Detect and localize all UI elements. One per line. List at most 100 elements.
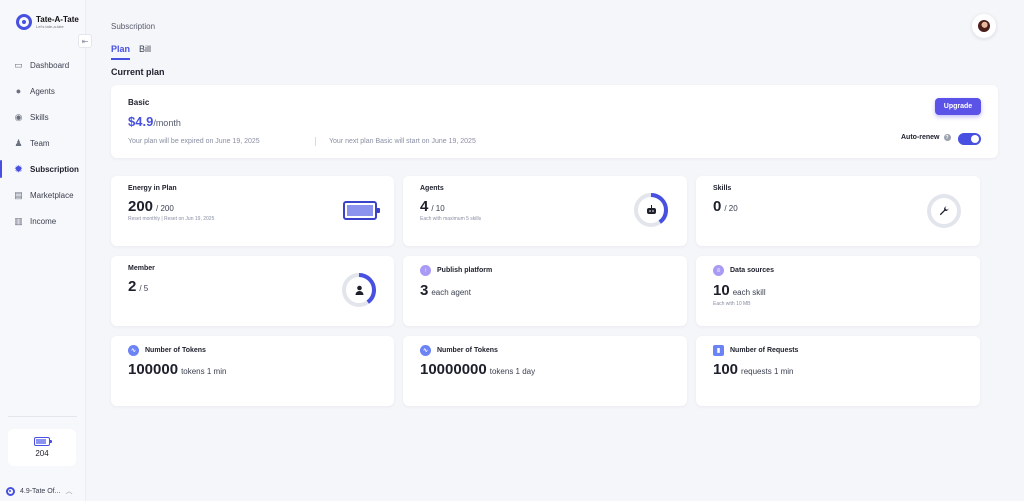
app-logo[interactable]: Tate-A-Tate Let's tate-a-tate xyxy=(16,14,79,30)
energy-value: 204 xyxy=(35,449,49,458)
sidebar-nav: ▭ Dashboard ● Agents ◉ Skills ♟ Team ✹ S… xyxy=(0,52,86,234)
card-title: Skills xyxy=(713,185,732,192)
divider xyxy=(315,137,316,146)
publish-platform-card: ↑ Publish platform 3 each agent xyxy=(403,256,687,326)
avatar-image xyxy=(978,20,990,32)
agents-icon: ● xyxy=(15,86,22,96)
member-total: / 5 xyxy=(139,284,149,293)
sidebar-item-label: Agents xyxy=(30,86,55,96)
tab-bar: Plan Bill xyxy=(111,44,151,60)
wave-icon: ∿ xyxy=(128,345,139,356)
logo-mark-icon xyxy=(16,14,32,30)
gear-icon: ✹ xyxy=(14,163,23,174)
user-icon xyxy=(353,284,365,296)
data-sources-card: ≡ Data sources 10 each skill Each with 1… xyxy=(696,256,980,326)
card-title: Number of Tokens xyxy=(437,347,498,354)
tab-plan[interactable]: Plan xyxy=(111,44,131,60)
income-icon: ▥ xyxy=(14,215,23,226)
sidebar-item-label: Income xyxy=(30,216,57,226)
collapse-icon: ⇤ xyxy=(81,36,89,46)
upload-icon: ↑ xyxy=(420,265,431,276)
skills-progress-ring xyxy=(926,193,962,229)
skills-total: / 20 xyxy=(724,204,738,213)
plan-next-text: Your next plan Basic will start on June … xyxy=(329,138,476,145)
plan-switcher[interactable]: 4.9-Tate Of... ︿ xyxy=(6,486,72,496)
tab-bill[interactable]: Bill xyxy=(139,44,151,60)
upgrade-button[interactable]: Upgrade xyxy=(935,98,981,115)
user-icon-svg xyxy=(355,285,363,295)
sidebar-item-label: Subscription xyxy=(30,164,79,174)
energy-card: Energy in Plan 200 / 200 Reset monthly |… xyxy=(111,176,394,246)
tokens-unit: tokens 1 day xyxy=(489,367,536,376)
card-title: Member xyxy=(128,265,155,272)
sidebar-item-income[interactable]: ▥ Income xyxy=(0,208,86,234)
requests-card: ▮ Number of Requests 100 requests 1 min xyxy=(696,336,980,406)
logo-subtitle: Let's tate-a-tate xyxy=(36,24,64,29)
plan-expire-text: Your plan will be expired on June 19, 20… xyxy=(128,138,260,145)
robot-icon xyxy=(645,204,657,216)
wrench-icon xyxy=(938,205,950,217)
sidebar-item-agents[interactable]: ● Agents xyxy=(0,78,86,104)
datasources-unit: each skill xyxy=(732,288,766,297)
sidebar-divider xyxy=(8,416,77,417)
requests-unit: requests 1 min xyxy=(741,367,794,376)
skills-value: 0 xyxy=(713,198,722,215)
collapse-sidebar-button[interactable]: ⇤ xyxy=(78,34,92,48)
card-title: Data sources xyxy=(730,267,774,274)
team-icon: ♟ xyxy=(14,137,23,148)
plan-price: $4.9/month xyxy=(128,114,181,129)
autorenew-label-group: Auto-renew ? xyxy=(901,134,951,141)
tokens-value: 100000 xyxy=(128,361,179,378)
robot-icon-svg xyxy=(646,205,656,214)
card-title: Energy in Plan xyxy=(128,185,177,192)
agents-total: / 10 xyxy=(431,204,445,213)
sidebar-item-dashboard[interactable]: ▭ Dashboard xyxy=(0,52,86,78)
card-title: Number of Requests xyxy=(730,347,799,354)
energy-widget[interactable]: 204 xyxy=(8,429,76,466)
sidebar-item-skills[interactable]: ◉ Skills xyxy=(0,104,86,130)
avatar[interactable] xyxy=(972,14,996,38)
chevron-up-icon: ︿ xyxy=(65,488,73,495)
sidebar: Tate-A-Tate Let's tate-a-tate ▭ Dashboar… xyxy=(0,0,86,501)
wave-icon: ∿ xyxy=(420,345,431,356)
plan-price-period: /month xyxy=(153,118,181,128)
member-card: Member 2 / 5 xyxy=(111,256,394,326)
card-title: Publish platform xyxy=(437,267,493,274)
battery-fill xyxy=(347,205,373,216)
dashboard-icon: ▭ xyxy=(14,59,23,70)
datasources-note: Each with 10 MB xyxy=(713,301,751,307)
member-value: 2 xyxy=(128,278,137,295)
plan-switcher-label: 4.9-Tate Of... xyxy=(20,487,61,495)
autorenew-toggle[interactable] xyxy=(958,133,981,145)
battery-icon xyxy=(34,437,52,446)
wrench-icon-svg xyxy=(939,206,949,216)
datasources-value: 10 xyxy=(713,282,730,299)
publish-unit: each agent xyxy=(431,288,471,297)
agents-card: Agents 4 / 10 Each with maximum 5 skills xyxy=(403,176,687,246)
bar-chart-icon: ▮ xyxy=(713,345,724,356)
current-plan-card: Basic $4.9/month Your plan will be expir… xyxy=(111,85,998,158)
breadcrumb: Subscription xyxy=(111,22,156,31)
battery-fill xyxy=(36,439,46,444)
sidebar-item-marketplace[interactable]: ▤ Marketplace xyxy=(0,182,86,208)
sidebar-item-subscription[interactable]: ✹ Subscription xyxy=(0,156,86,182)
sidebar-item-team[interactable]: ♟ Team xyxy=(0,130,86,156)
skills-card: Skills 0 / 20 xyxy=(696,176,980,246)
marketplace-icon: ▤ xyxy=(14,189,23,200)
agents-note: Each with maximum 5 skills xyxy=(420,216,482,222)
card-title: Number of Tokens xyxy=(145,347,206,354)
plan-logo-icon xyxy=(6,486,15,496)
plan-price-amount: $4.9 xyxy=(128,114,154,129)
database-icon: ≡ xyxy=(713,265,724,276)
publish-value: 3 xyxy=(420,282,429,299)
info-icon[interactable]: ? xyxy=(943,134,951,141)
autorenew-label: Auto-renew xyxy=(901,134,940,141)
card-title: Agents xyxy=(420,185,444,192)
sidebar-item-label: Marketplace xyxy=(30,190,74,200)
sidebar-item-label: Skills xyxy=(30,112,49,122)
battery-icon xyxy=(343,201,380,220)
energy-note: Reset monthly | Reset on Jun 19, 2025 xyxy=(128,216,215,222)
energy-value: 200 xyxy=(128,198,154,215)
skills-icon: ◉ xyxy=(14,111,23,122)
tokens-per-min-card: ∿ Number of Tokens 100000 tokens 1 min xyxy=(111,336,394,406)
